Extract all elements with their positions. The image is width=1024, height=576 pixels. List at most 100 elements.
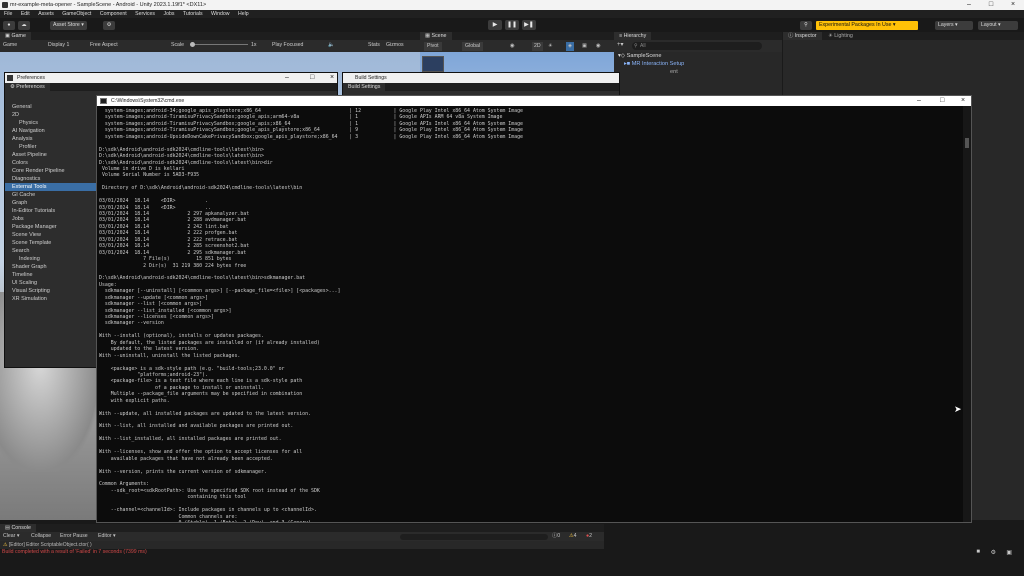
mute-icon[interactable]: 🔈: [328, 40, 334, 50]
scene-tools-overlay[interactable]: [422, 56, 444, 72]
play-button[interactable]: ▶: [488, 20, 502, 30]
preferences-item-ui-scaling[interactable]: UI Scaling: [5, 279, 97, 287]
close-window-button[interactable]: ×: [330, 73, 334, 83]
preferences-item-timeline[interactable]: Timeline: [5, 271, 97, 279]
preferences-item-scene-view[interactable]: Scene View: [5, 231, 97, 239]
console-log-entry[interactable]: ⚠ [Editor] Editor ScriptableObject.ctor(…: [3, 541, 92, 549]
menu-gameobject[interactable]: GameObject: [62, 11, 91, 17]
tab-console[interactable]: ▤ Console: [0, 524, 36, 532]
menu-jobs[interactable]: Jobs: [163, 11, 174, 17]
error-pause-toggle[interactable]: Error Pause: [60, 532, 88, 541]
experimental-packages-button[interactable]: Experimental Packages In Use ▾: [816, 20, 918, 30]
preferences-item-xr-simulation[interactable]: XR Simulation: [5, 295, 97, 303]
tab-inspector[interactable]: ⓘ Inspector: [783, 32, 822, 40]
minimize-button[interactable]: –: [285, 73, 289, 83]
menu-services[interactable]: Services: [135, 11, 155, 17]
tab-preferences[interactable]: ⚙ Preferences: [5, 83, 50, 91]
cmd-output[interactable]: system-images;android-34;google_apis_pla…: [97, 106, 961, 522]
status-message[interactable]: Build completed with a result of 'Failed…: [2, 549, 147, 556]
preferences-item-asset-pipeline[interactable]: Asset Pipeline: [5, 151, 97, 159]
clear-dropdown[interactable]: Clear ▾: [3, 532, 19, 541]
hierarchy-search-input[interactable]: ⚲ All: [632, 42, 762, 50]
preferences-item-graph[interactable]: Graph: [5, 199, 97, 207]
asset-store-button[interactable]: Asset Store ▾: [50, 20, 87, 30]
display-dropdown[interactable]: Display 1: [48, 40, 69, 50]
search-icon[interactable]: ⚲: [800, 20, 812, 30]
game-mode-dropdown[interactable]: Game: [3, 40, 17, 50]
menu-help[interactable]: Help: [238, 11, 249, 17]
lighting-toggle-icon[interactable]: ☀: [548, 40, 553, 52]
preferences-item-gi-cache[interactable]: GI Cache: [5, 191, 97, 199]
error-count-toggle[interactable]: ●2: [586, 532, 592, 541]
preferences-item-visual-scripting[interactable]: Visual Scripting: [5, 287, 97, 295]
debug-icon[interactable]: ⚙: [991, 549, 996, 556]
maximize-button[interactable]: □: [980, 0, 1002, 10]
preferences-item-diagnostics[interactable]: Diagnostics: [5, 175, 97, 183]
2d-toggle[interactable]: 2D: [532, 41, 543, 51]
console-search-input[interactable]: [400, 533, 548, 540]
account-icon[interactable]: ●: [3, 20, 15, 30]
warning-count-toggle[interactable]: ⚠4: [569, 532, 577, 541]
preferences-item-in-editor-tutorials[interactable]: In-Editor Tutorials: [5, 207, 97, 215]
preferences-item-core-render-pipeline[interactable]: Core Render Pipeline: [5, 167, 97, 175]
tab-scene[interactable]: ▦ Scene: [420, 32, 452, 40]
create-plus-button[interactable]: +▾: [617, 41, 624, 48]
preferences-item-general[interactable]: General: [5, 103, 97, 111]
preferences-item-colors[interactable]: Colors: [5, 159, 97, 167]
preferences-item-analysis[interactable]: Analysis: [5, 135, 97, 143]
global-dropdown[interactable]: Global: [462, 41, 483, 51]
hierarchy-item-partial[interactable]: ent: [618, 68, 684, 76]
maximize-button[interactable]: □: [310, 73, 314, 83]
preferences-item-external-tools[interactable]: External Tools: [5, 183, 97, 191]
tab-build-settings[interactable]: Build Settings: [343, 83, 386, 91]
aspect-dropdown[interactable]: Free Aspect: [90, 40, 118, 50]
collapse-toggle[interactable]: Collapse: [31, 532, 51, 541]
close-window-button[interactable]: ×: [1002, 0, 1024, 10]
tab-game[interactable]: ▣ Game: [0, 32, 31, 40]
cloud-icon[interactable]: ☁: [18, 20, 30, 30]
minimize-button[interactable]: –: [958, 0, 980, 10]
editor-dropdown[interactable]: Editor ▾: [98, 532, 116, 541]
tab-lighting[interactable]: ☀ Lighting: [823, 32, 858, 40]
notifications-icon[interactable]: ▣: [1006, 549, 1012, 556]
settings-icon[interactable]: ⚙: [103, 20, 115, 30]
tab-hierarchy[interactable]: ≡ Hierarchy: [614, 32, 652, 40]
menu-assets[interactable]: Assets: [38, 11, 54, 17]
step-button[interactable]: ▶❚: [522, 20, 536, 30]
preferences-item-2d[interactable]: 2D: [5, 111, 97, 119]
scale-slider-handle[interactable]: [190, 42, 195, 47]
preferences-item-package-manager[interactable]: Package Manager: [5, 223, 97, 231]
pivot-dropdown[interactable]: Pivot: [424, 41, 442, 51]
pause-button[interactable]: ❚❚: [505, 20, 519, 30]
hierarchy-item[interactable]: ▸■ MR Interaction Setup: [618, 60, 684, 68]
fx-toggle-icon[interactable]: ◈: [566, 41, 574, 51]
minimize-button[interactable]: –: [917, 96, 921, 106]
menu-component[interactable]: Component: [100, 11, 127, 17]
play-focused-dropdown[interactable]: Play Focused: [272, 40, 303, 50]
layout-dropdown[interactable]: Layout ▾: [978, 20, 1018, 30]
scene-root-item[interactable]: ▾◇ SampleScene: [618, 52, 684, 60]
close-window-button[interactable]: ×: [961, 96, 965, 106]
preferences-item-scene-template[interactable]: Scene Template: [5, 239, 97, 247]
menu-file[interactable]: File: [4, 11, 12, 17]
preferences-item-indexing[interactable]: Indexing: [5, 255, 97, 263]
cmd-scrollbar[interactable]: [963, 106, 971, 522]
menu-edit[interactable]: Edit: [21, 11, 30, 17]
preferences-item-shader-graph[interactable]: Shader Graph: [5, 263, 97, 271]
menu-window[interactable]: Window: [211, 11, 229, 17]
preferences-item-physics[interactable]: Physics: [5, 119, 97, 127]
camera-icon[interactable]: ▣: [582, 40, 587, 52]
preferences-item-profiler[interactable]: Profiler: [5, 143, 97, 151]
preferences-item-ai-navigation[interactable]: AI Navigation: [5, 127, 97, 135]
cmd-scrollbar-thumb[interactable]: [965, 138, 969, 148]
gizmo-dropdown-icon[interactable]: ◉: [596, 40, 601, 52]
layers-dropdown[interactable]: Layers ▾: [935, 20, 973, 30]
menu-tutorials[interactable]: Tutorials: [183, 11, 203, 17]
preferences-item-search[interactable]: Search: [5, 247, 97, 255]
scale-slider[interactable]: [190, 44, 248, 45]
shading-icon[interactable]: ◉: [510, 40, 515, 52]
gizmos-button[interactable]: Gizmos: [386, 40, 404, 50]
maximize-button[interactable]: □: [940, 96, 944, 106]
info-count-toggle[interactable]: ⓘ0: [552, 532, 560, 541]
stats-button[interactable]: Stats: [368, 40, 380, 50]
